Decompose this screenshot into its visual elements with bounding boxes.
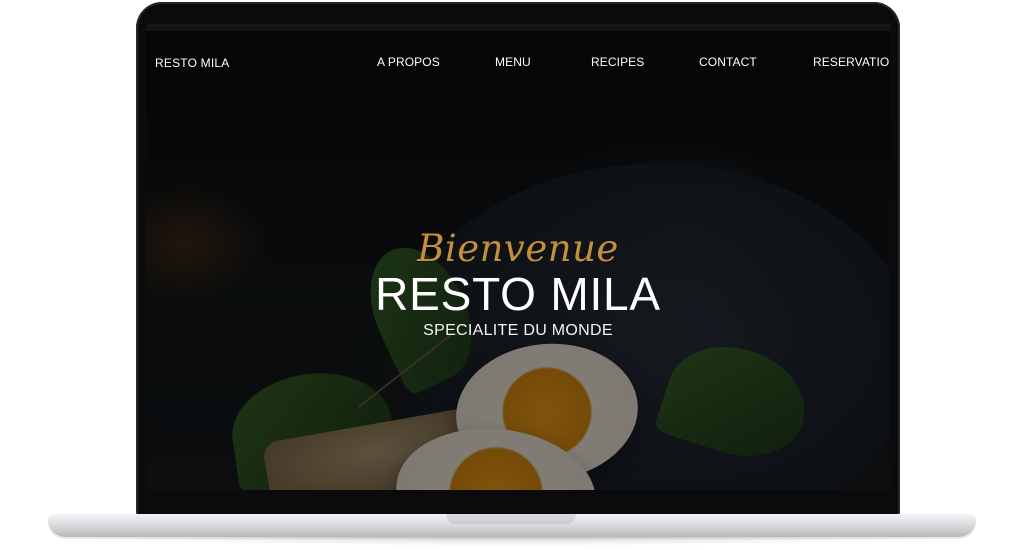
nav-link-a-propos[interactable]: A PROPOS: [377, 55, 440, 69]
laptop-base-notch: [446, 514, 576, 524]
nav-link-reservation[interactable]: RESERVATION: [813, 55, 890, 69]
hero-subtitle: SPECIALITE DU MONDE: [423, 322, 613, 339]
laptop-mockup: RESTO MILA A PROPOS MENU RECIPES CONTACT…: [0, 0, 1021, 550]
brand-link[interactable]: RESTO MILA: [155, 56, 229, 70]
laptop-screen: RESTO MILA A PROPOS MENU RECIPES CONTACT…: [146, 24, 890, 490]
hero-title: RESTO MILA: [375, 268, 661, 320]
hero-welcome-script: Bienvenue: [417, 227, 619, 270]
laptop-base: [48, 514, 976, 537]
nav-link-menu[interactable]: MENU: [495, 55, 531, 69]
nav-link-recipes[interactable]: RECIPES: [591, 55, 644, 69]
laptop-shadow: [62, 536, 962, 546]
top-navbar: RESTO MILA A PROPOS MENU RECIPES CONTACT…: [146, 24, 890, 104]
nav-link-contact[interactable]: CONTACT: [699, 55, 757, 69]
hero-text-block: Bienvenue RESTO MILA SPECIALITE DU MONDE: [146, 229, 890, 341]
